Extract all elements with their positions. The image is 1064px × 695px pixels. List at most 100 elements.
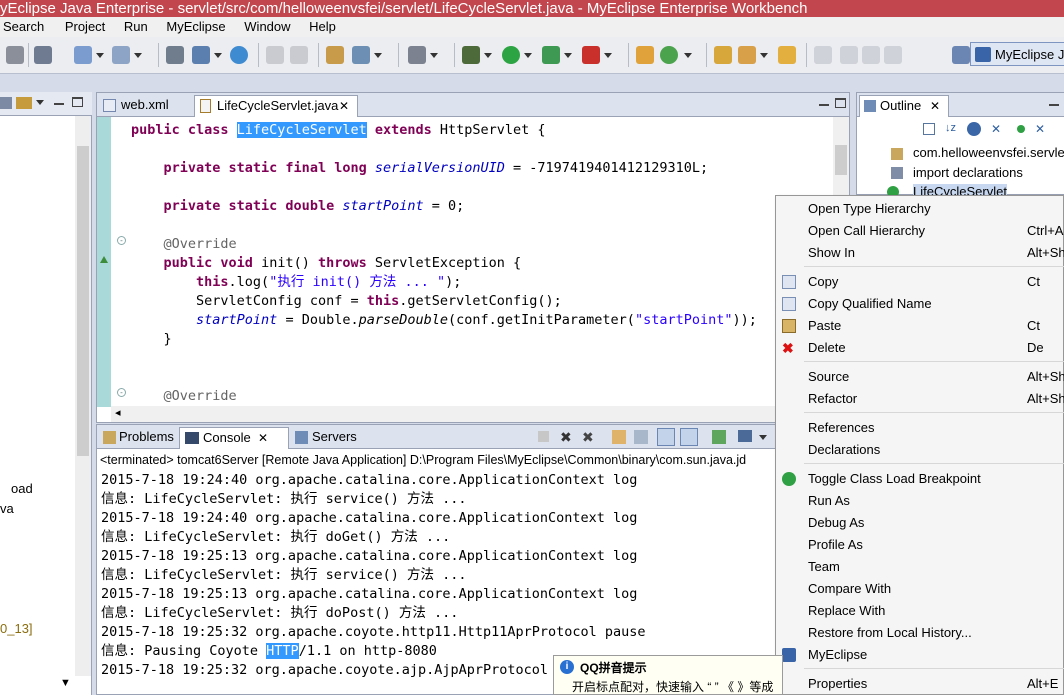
new-class-icon[interactable] xyxy=(636,46,654,64)
new-web-icon[interactable] xyxy=(112,46,130,64)
outline-item-imports[interactable]: import declarations xyxy=(913,165,1023,180)
run-external-icon[interactable] xyxy=(542,46,560,64)
scroll-left-icon[interactable]: ◂ xyxy=(115,406,121,419)
save-icon[interactable] xyxy=(6,46,24,64)
chevron-down-icon[interactable] xyxy=(604,53,612,58)
minimize-icon[interactable] xyxy=(819,104,829,106)
menu-item-declarations[interactable]: Declarations xyxy=(776,439,1064,461)
pen-icon[interactable] xyxy=(738,46,756,64)
maximize-icon[interactable] xyxy=(72,97,83,107)
link-editor-icon[interactable] xyxy=(16,97,32,109)
open-resource-icon[interactable] xyxy=(352,46,370,64)
collapse-icon[interactable] xyxy=(0,97,12,109)
hide-static-icon[interactable]: ✕ xyxy=(991,122,1001,136)
pin-console-icon[interactable] xyxy=(712,430,726,444)
remove-launch-icon[interactable]: ✖ xyxy=(560,429,572,446)
code-area[interactable]: public class LifeCycleServlet extends Ht… xyxy=(131,121,757,406)
chevron-down-icon[interactable] xyxy=(430,53,438,58)
fold-toggle-icon[interactable]: - xyxy=(117,388,126,397)
menu-item-paste[interactable]: Paste Ct xyxy=(776,315,1064,337)
menu-item-compare-with[interactable]: Compare With xyxy=(776,578,1064,600)
menu-item-debug-as[interactable]: Debug As xyxy=(776,512,1064,534)
sort-icon[interactable]: ↓z xyxy=(945,122,956,134)
fold-toggle-icon[interactable]: - xyxy=(117,236,126,245)
debug-icon[interactable] xyxy=(462,46,480,64)
menu-item-toggle-class-load-breakpoint[interactable]: Toggle Class Load Breakpoint xyxy=(776,468,1064,490)
scroll-down-icon[interactable]: ▼ xyxy=(60,677,71,689)
refresh-icon[interactable] xyxy=(660,46,678,64)
collapse-all-icon[interactable] xyxy=(923,123,935,135)
menu-item-copy-qualified-name[interactable]: Copy Qualified Name xyxy=(776,293,1064,315)
menu-item-restore-from-local-history[interactable]: Restore from Local History... xyxy=(776,622,1064,644)
screenshot-icon[interactable] xyxy=(408,46,426,64)
hide-local-types-icon[interactable]: ✕ xyxy=(1035,122,1045,136)
tab-web-xml[interactable]: web.xml xyxy=(99,95,195,117)
menu-item-myeclipse[interactable]: MyEclipse xyxy=(776,644,1064,666)
menu-item-replace-with[interactable]: Replace With xyxy=(776,600,1064,622)
perspective-switcher[interactable]: MyEclipse J xyxy=(970,42,1064,66)
close-icon[interactable]: ✕ xyxy=(339,96,349,116)
menu-item-run-as[interactable]: Run As xyxy=(776,490,1064,512)
hide-nonpublic-icon[interactable] xyxy=(1017,125,1025,133)
menu-myeclipse[interactable]: MyEclipse xyxy=(163,17,231,37)
menu-item-team[interactable]: Team xyxy=(776,556,1064,578)
chevron-down-icon[interactable] xyxy=(524,53,532,58)
menu-search[interactable]: Search xyxy=(0,17,50,37)
server-icon[interactable] xyxy=(192,46,210,64)
menu-item-show-in[interactable]: Show In Alt+Shif xyxy=(776,242,1064,264)
tab-problems[interactable]: Problems xyxy=(99,427,179,449)
scrollbar-thumb[interactable] xyxy=(835,145,847,175)
remove-all-icon[interactable]: ✖ xyxy=(582,429,594,446)
chevron-down-icon[interactable] xyxy=(484,53,492,58)
new-server-icon[interactable] xyxy=(34,46,52,64)
menu-project[interactable]: Project xyxy=(62,17,111,37)
chevron-down-icon[interactable] xyxy=(134,53,142,58)
chevron-down-icon[interactable] xyxy=(96,53,104,58)
tab-lifecycleservlet-java[interactable]: LifeCycleServlet.java ✕ xyxy=(194,95,358,117)
open-perspective-icon[interactable] xyxy=(952,46,970,64)
stop-server-icon[interactable] xyxy=(582,46,600,64)
tab-servers[interactable]: Servers xyxy=(291,427,361,449)
open-type-icon[interactable] xyxy=(326,46,344,64)
view-menu-icon[interactable] xyxy=(36,100,44,105)
minimize-icon[interactable] xyxy=(54,103,64,105)
menu-item-delete[interactable]: ✖ Delete De xyxy=(776,337,1064,359)
menu-item-properties[interactable]: Properties Alt+E xyxy=(776,673,1064,695)
hide-fields-icon[interactable] xyxy=(967,122,981,136)
tree-item[interactable]: oad xyxy=(11,481,33,496)
open-folder-icon[interactable] xyxy=(714,46,732,64)
menu-item-copy[interactable]: Copy Ct xyxy=(776,271,1064,293)
chevron-down-icon[interactable] xyxy=(759,435,767,440)
chevron-down-icon[interactable] xyxy=(564,53,572,58)
tab-outline[interactable]: Outline ✕ xyxy=(859,95,949,117)
menu-window[interactable]: Window xyxy=(241,17,296,37)
menu-item-open-call-hierarchy[interactable]: Open Call Hierarchy Ctrl+A xyxy=(776,220,1064,242)
chevron-down-icon[interactable] xyxy=(374,53,382,58)
outline-item-package[interactable]: com.helloweenvsfei.servlet xyxy=(913,145,1064,160)
scrollbar-thumb[interactable] xyxy=(77,146,89,456)
minimize-icon[interactable] xyxy=(1049,104,1059,106)
vertical-scrollbar[interactable] xyxy=(75,116,91,676)
chevron-down-icon[interactable] xyxy=(760,53,768,58)
close-icon[interactable]: ✕ xyxy=(930,96,940,116)
menu-help[interactable]: Help xyxy=(306,17,342,37)
menu-item-profile-as[interactable]: Profile As xyxy=(776,534,1064,556)
run-icon[interactable] xyxy=(502,46,520,64)
chevron-down-icon[interactable] xyxy=(684,53,692,58)
show-on-stdout-icon[interactable] xyxy=(657,428,675,446)
close-icon[interactable]: ✕ xyxy=(258,428,268,448)
deploy-icon[interactable] xyxy=(166,46,184,64)
display-console-icon[interactable] xyxy=(738,430,752,442)
new-wizard-icon[interactable] xyxy=(74,46,92,64)
menu-item-open-type-hierarchy[interactable]: Open Type Hierarchy xyxy=(776,198,1064,220)
marker-icon[interactable] xyxy=(778,46,796,64)
editor-horizontal-scrollbar[interactable]: ◂ xyxy=(111,406,833,422)
menu-item-refactor[interactable]: Refactor Alt+Shi xyxy=(776,388,1064,410)
console-output[interactable]: 2015-7-18 19:24:40 org.apache.catalina.c… xyxy=(101,471,646,680)
tree-item[interactable]: va xyxy=(0,501,14,516)
globe-icon[interactable] xyxy=(230,46,248,64)
tab-console[interactable]: Console ✕ xyxy=(179,427,289,449)
menu-run[interactable]: Run xyxy=(121,17,154,37)
menu-item-source[interactable]: Source Alt+Shi xyxy=(776,366,1064,388)
scroll-lock-icon[interactable] xyxy=(634,430,648,444)
